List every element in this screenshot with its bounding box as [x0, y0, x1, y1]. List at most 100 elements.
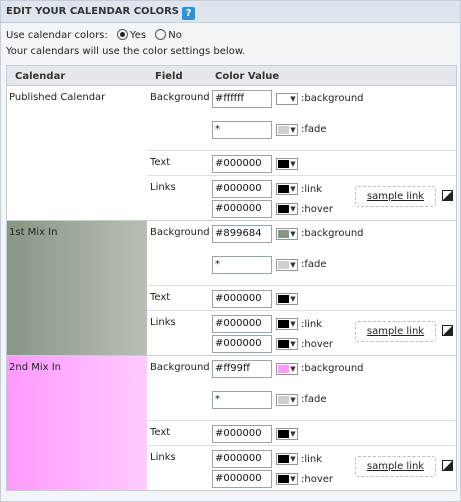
panel-title: EDIT YOUR CALENDAR COLORS: [6, 6, 179, 17]
hover-hex-input[interactable]: #000000: [212, 470, 272, 488]
use-colors-row: Use calendar colors: Yes No: [6, 29, 182, 43]
background-suffix: :background: [301, 228, 364, 239]
chevron-down-icon: ▼: [290, 475, 296, 483]
fields-cell: Background #ff99ff ▼ :background * ▼ :fa…: [147, 356, 456, 490]
link-swatch[interactable]: ▼: [276, 318, 298, 330]
text-hex-input[interactable]: #000000: [212, 155, 272, 173]
link-suffix: :link: [301, 454, 323, 465]
chevron-down-icon: ▼: [290, 295, 296, 303]
text-hex-input[interactable]: #000000: [212, 425, 272, 443]
fields-cell: Background #899684 ▼ :background * ▼ :fa…: [147, 221, 456, 355]
chevron-down-icon: ▼: [290, 160, 296, 168]
background-section: Background #899684 ▼ :background * ▼ :fa…: [147, 221, 456, 285]
calendar-cell: Published Calendar: [7, 86, 147, 220]
chevron-down-icon: ▼: [290, 455, 296, 463]
link-swatch[interactable]: ▼: [276, 453, 298, 465]
sample-link[interactable]: sample link: [367, 191, 424, 202]
hover-swatch[interactable]: ▼: [276, 338, 298, 350]
background-swatch[interactable]: ▼: [276, 228, 298, 240]
chevron-down-icon: ▼: [290, 340, 296, 348]
edit-colors-icon[interactable]: [442, 325, 453, 336]
sample-link-box: sample link: [355, 321, 436, 342]
color-table: Calendar Field Color Value Published Cal…: [6, 65, 457, 491]
hover-swatch[interactable]: ▼: [276, 203, 298, 215]
hover-hex-input[interactable]: #000000: [212, 335, 272, 353]
background-swatch[interactable]: ▼: [276, 363, 298, 375]
background-suffix: :background: [301, 363, 364, 374]
fade-suffix: :fade: [301, 394, 327, 405]
info-note: Your calendars will use the color settin…: [6, 46, 246, 57]
table-header: Calendar Field Color Value: [6, 65, 457, 86]
hover-hex-input[interactable]: #000000: [212, 200, 272, 218]
field-label-background: Background: [150, 92, 210, 103]
field-label-text: Text: [150, 427, 171, 438]
fade-swatch[interactable]: ▼: [276, 124, 298, 136]
background-suffix: :background: [301, 93, 364, 104]
calendar-name: 1st Mix In: [9, 227, 58, 238]
calendar-row: 2nd Mix In Background #ff99ff ▼ :backgro…: [6, 356, 457, 491]
background-section: Background #ffffff ▼ :background * ▼ :fa…: [147, 86, 456, 150]
fade-input[interactable]: *: [212, 121, 272, 139]
fade-suffix: :fade: [301, 124, 327, 135]
chevron-down-icon: ▼: [290, 261, 296, 269]
text-swatch[interactable]: ▼: [276, 428, 298, 440]
calendar-name: 2nd Mix In: [9, 362, 62, 373]
calendar-cell: 1st Mix In: [7, 221, 147, 355]
links-section: Links #000000 ▼ :link #000000 ▼ :hover s…: [147, 310, 456, 356]
no-radio[interactable]: [155, 29, 167, 40]
calendar-row: Published Calendar Background #ffffff ▼ …: [6, 86, 457, 221]
chevron-down-icon: ▼: [290, 205, 296, 213]
background-swatch[interactable]: ▼: [276, 93, 298, 105]
fade-suffix: :fade: [301, 259, 327, 270]
text-swatch[interactable]: ▼: [276, 158, 298, 170]
hover-swatch[interactable]: ▼: [276, 473, 298, 485]
col-calendar: Calendar: [15, 71, 66, 82]
field-label-text: Text: [150, 292, 171, 303]
background-hex-input[interactable]: #ff99ff: [212, 360, 272, 378]
use-colors-label: Use calendar colors:: [6, 30, 108, 41]
col-field: Field: [155, 71, 183, 82]
fade-swatch[interactable]: ▼: [276, 259, 298, 271]
calendar-colors-panel: EDIT YOUR CALENDAR COLORS? Use calendar …: [0, 0, 461, 502]
text-section: Text #000000 ▼: [147, 420, 456, 445]
link-hex-input[interactable]: #000000: [212, 180, 272, 198]
links-section: Links #000000 ▼ :link #000000 ▼ :hover s…: [147, 445, 456, 491]
fade-input[interactable]: *: [212, 391, 272, 409]
calendar-cell: 2nd Mix In: [7, 356, 147, 490]
no-label: No: [168, 30, 182, 41]
link-suffix: :link: [301, 319, 323, 330]
field-label-links: Links: [150, 317, 176, 328]
help-icon[interactable]: ?: [181, 7, 195, 20]
link-hex-input[interactable]: #000000: [212, 315, 272, 333]
link-swatch[interactable]: ▼: [276, 183, 298, 195]
chevron-down-icon: ▼: [290, 126, 296, 134]
fade-swatch[interactable]: ▼: [276, 394, 298, 406]
yes-radio[interactable]: [116, 29, 128, 40]
background-hex-input[interactable]: #899684: [212, 225, 272, 243]
calendar-rows: Published Calendar Background #ffffff ▼ …: [6, 86, 457, 491]
links-section: Links #000000 ▼ :link #000000 ▼ :hover s…: [147, 175, 456, 221]
sample-link-box: sample link: [355, 186, 436, 207]
text-hex-input[interactable]: #000000: [212, 290, 272, 308]
edit-colors-icon[interactable]: [442, 460, 453, 471]
text-section: Text #000000 ▼: [147, 150, 456, 175]
sample-link[interactable]: sample link: [367, 326, 424, 337]
field-label-links: Links: [150, 452, 176, 463]
field-label-background: Background: [150, 362, 210, 373]
text-section: Text #000000 ▼: [147, 285, 456, 310]
link-hex-input[interactable]: #000000: [212, 450, 272, 468]
text-swatch[interactable]: ▼: [276, 293, 298, 305]
chevron-down-icon: ▼: [290, 185, 296, 193]
chevron-down-icon: ▼: [290, 95, 296, 103]
hover-suffix: :hover: [301, 474, 334, 485]
chevron-down-icon: ▼: [290, 365, 296, 373]
chevron-down-icon: ▼: [290, 430, 296, 438]
chevron-down-icon: ▼: [290, 230, 296, 238]
background-hex-input[interactable]: #ffffff: [212, 90, 272, 108]
sample-link[interactable]: sample link: [367, 461, 424, 472]
fade-input[interactable]: *: [212, 256, 272, 274]
edit-colors-icon[interactable]: [442, 190, 453, 201]
calendar-row: 1st Mix In Background #899684 ▼ :backgro…: [6, 221, 457, 356]
field-label-text: Text: [150, 157, 171, 168]
yes-label: Yes: [129, 30, 147, 41]
